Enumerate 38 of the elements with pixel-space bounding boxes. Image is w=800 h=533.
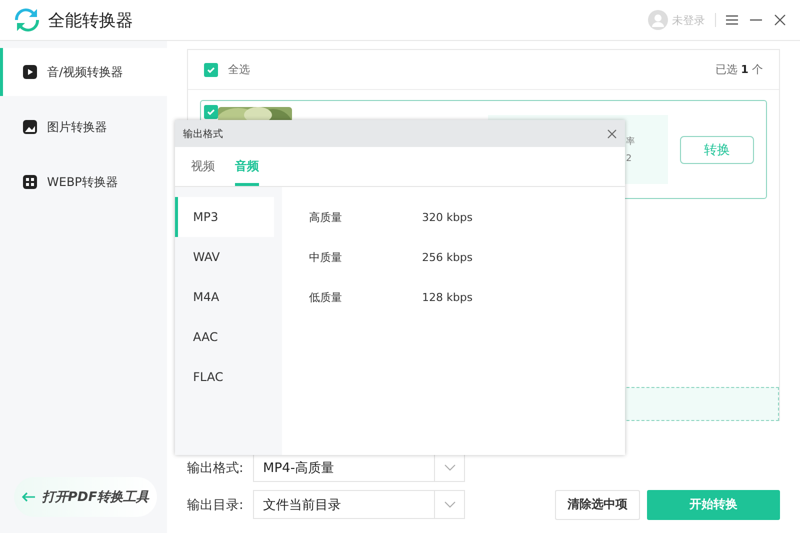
- quality-option[interactable]: 高质量 320 kbps: [309, 197, 625, 237]
- image-icon: [21, 118, 39, 136]
- output-dir-label: 输出目录:: [187, 496, 244, 514]
- video-icon: [21, 63, 39, 81]
- close-icon[interactable]: [607, 128, 617, 138]
- caret-icon: [444, 501, 456, 508]
- format-item[interactable]: AAC: [175, 317, 274, 357]
- sidebar-item[interactable]: 音/视频转换器: [0, 48, 167, 96]
- sidebar-item[interactable]: WEBP转换器: [0, 158, 167, 206]
- logo-icon: [14, 8, 40, 32]
- select-all-label: 全选: [228, 62, 250, 77]
- format-item[interactable]: MP3: [175, 197, 274, 237]
- sidebar-item[interactable]: 图片转换器: [0, 103, 167, 151]
- check-icon: [206, 107, 216, 117]
- file-checkbox[interactable]: [204, 105, 218, 119]
- pdf-tool-link[interactable]: 打开PDF转换工具: [14, 477, 157, 517]
- caret-icon: [444, 464, 456, 471]
- webp-icon: [21, 173, 39, 191]
- close-icon[interactable]: [774, 14, 786, 26]
- format-item[interactable]: FLAC: [175, 357, 274, 397]
- menu-icon[interactable]: [726, 15, 738, 25]
- quality-option[interactable]: 低质量 128 kbps: [309, 277, 625, 317]
- minimize-icon[interactable]: [750, 19, 762, 21]
- select-all-checkbox[interactable]: [204, 62, 218, 76]
- clear-selection-button[interactable]: 清除选中项: [555, 490, 640, 520]
- format-item[interactable]: WAV: [175, 237, 274, 277]
- output-format-label: 输出格式:: [187, 460, 244, 476]
- arrow-left-icon: [22, 492, 36, 502]
- format-tab[interactable]: 视频: [191, 147, 215, 186]
- check-icon: [206, 64, 216, 74]
- output-dir-select[interactable]: 文件当前目录: [253, 490, 465, 519]
- format-item[interactable]: M4A: [175, 277, 274, 317]
- dialog-title: 输出格式: [183, 128, 223, 140]
- selected-count: 已选 1 个: [715, 62, 763, 77]
- file-info-text: 率: [626, 136, 636, 148]
- app-title: 全能转换器: [48, 10, 134, 32]
- quality-option[interactable]: 中质量 256 kbps: [309, 237, 625, 277]
- file-info-text: 2: [626, 154, 633, 164]
